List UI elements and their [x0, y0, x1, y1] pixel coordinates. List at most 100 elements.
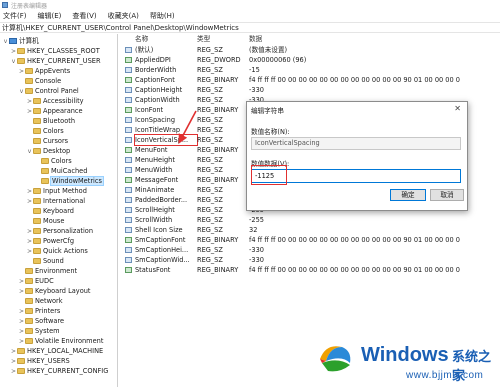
value-row[interactable]: SmCaptionWid... REG_SZ -330	[119, 255, 500, 265]
tree-item-label: Colors	[51, 157, 72, 165]
tree-item-label: Network	[35, 297, 63, 305]
value-name: (默认)	[135, 46, 154, 54]
menu-file[interactable]: 文件(F)	[3, 11, 27, 21]
tree-item-label: Keyboard Layout	[35, 287, 91, 295]
tree-item[interactable]: Console	[18, 76, 61, 86]
value-type: REG_SZ	[197, 126, 223, 134]
menu-help[interactable]: 帮助(H)	[150, 11, 175, 21]
tree-item[interactable]: Mouse	[26, 216, 64, 226]
tree-item[interactable]: v HKEY_CURRENT_USER	[10, 56, 101, 66]
tree-item[interactable]: Colors	[26, 126, 64, 136]
tree-item-label: HKEY_LOCAL_MACHINE	[27, 347, 104, 355]
tree-item[interactable]: Bluetooth	[26, 116, 75, 126]
tree-item[interactable]: > Volatile Environment	[18, 336, 103, 346]
tree-item[interactable]: Sound	[26, 256, 64, 266]
chevron-right-icon[interactable]: >	[10, 367, 17, 377]
folder-icon	[25, 307, 33, 314]
column-name-header[interactable]: 名称	[135, 34, 148, 44]
value-data: f4 ff ff ff 00 00 00 00 00 00 00 00 00 0…	[249, 266, 460, 274]
value-name: AppliedDPI	[135, 56, 171, 64]
tree-item[interactable]: > International	[26, 196, 85, 206]
tree-item[interactable]: > Printers	[18, 306, 60, 316]
tree-item[interactable]: WindowMetrics	[34, 176, 104, 186]
tree-item[interactable]: > Input Method	[26, 186, 87, 196]
binary-value-icon	[125, 177, 132, 183]
chevron-down-icon[interactable]: v	[2, 37, 9, 47]
value-type: REG_DWORD	[197, 56, 241, 64]
tree-item[interactable]: > HKEY_LOCAL_MACHINE	[10, 346, 103, 356]
value-row[interactable]: ScrollWidth REG_SZ -255	[119, 215, 500, 225]
address-bar[interactable]: 计算机\HKEY_CURRENT_USER\Control Panel\Desk…	[0, 22, 500, 33]
tree-item[interactable]: > Appearance	[26, 106, 83, 116]
column-type-header[interactable]: 类型	[197, 34, 210, 44]
value-name: CaptionFont	[135, 76, 175, 84]
tree-item[interactable]: v 计算机	[2, 36, 39, 46]
title-bar: 注册表编辑器	[0, 0, 500, 10]
menu-view[interactable]: 查看(V)	[72, 11, 96, 21]
tree-item[interactable]: MuiCached	[34, 166, 87, 176]
folder-icon	[33, 217, 41, 224]
tree-item[interactable]: Network	[18, 296, 63, 306]
folder-icon	[33, 137, 41, 144]
value-row[interactable]: (默认) REG_SZ (数值未设置)	[119, 45, 500, 55]
tree-item[interactable]: > Keyboard Layout	[18, 286, 91, 296]
value-data: f4 ff ff ff 00 00 00 00 00 00 00 00 00 0…	[249, 76, 460, 84]
value-row[interactable]: SmCaptionFont REG_BINARY f4 ff ff ff 00 00…	[119, 235, 500, 245]
value-name-field[interactable]: IconVerticalSpacing	[251, 137, 461, 150]
value-type: REG_BINARY	[197, 236, 239, 244]
tree-item[interactable]: > Software	[18, 316, 64, 326]
tree-item-label: Control Panel	[35, 87, 79, 95]
tree-item[interactable]: Colors	[34, 156, 72, 166]
folder-icon	[25, 327, 33, 334]
menu-edit[interactable]: 编辑(E)	[38, 11, 62, 21]
tree-item[interactable]: > Quick Actions	[26, 246, 88, 256]
tree-item[interactable]: Keyboard	[26, 206, 74, 216]
chevron-down-icon[interactable]: v	[10, 57, 17, 67]
value-row[interactable]: CaptionHeight REG_SZ -330	[119, 85, 500, 95]
list-header: 名称 类型 数据	[119, 34, 500, 44]
tree-item-label: Software	[35, 317, 65, 325]
string-value-icon	[125, 217, 132, 223]
value-type: REG_SZ	[197, 256, 223, 264]
computer-icon	[9, 37, 17, 44]
string-value-icon	[125, 227, 132, 233]
tree-item-label: Cursors	[43, 137, 69, 145]
value-type: REG_SZ	[197, 246, 223, 254]
value-data: 32	[249, 226, 258, 234]
value-row[interactable]: Shell Icon Size REG_SZ 32	[119, 225, 500, 235]
tree-item[interactable]: > EUDC	[18, 276, 54, 286]
chevron-down-icon[interactable]: v	[18, 87, 25, 97]
cancel-button[interactable]: 取消	[430, 189, 464, 201]
value-name: IconTitleWrap	[135, 126, 181, 134]
binary-value-icon	[125, 147, 132, 153]
tree-item[interactable]: > HKEY_CURRENT_CONFIG	[10, 366, 108, 376]
tree-item[interactable]: v Desktop	[26, 146, 70, 156]
folder-icon	[17, 47, 25, 54]
tree-item[interactable]: > Accessibility	[26, 96, 84, 106]
ok-button[interactable]: 确定	[390, 189, 426, 201]
value-row[interactable]: AppliedDPI REG_DWORD 0x00000060 (96)	[119, 55, 500, 65]
chevron-down-icon[interactable]: v	[26, 147, 33, 157]
tree-item[interactable]: v Control Panel	[18, 86, 79, 96]
tree-item[interactable]: > AppEvents	[18, 66, 70, 76]
column-data-header[interactable]: 数据	[249, 34, 262, 44]
tree-item[interactable]: Environment	[18, 266, 77, 276]
close-icon[interactable]: ✕	[454, 104, 461, 113]
folder-icon	[25, 67, 33, 74]
menu-favorites[interactable]: 收藏夹(A)	[108, 11, 139, 21]
value-row[interactable]: BorderWidth REG_SZ -15	[119, 65, 500, 75]
folder-icon	[33, 247, 41, 254]
value-data: -330	[249, 86, 264, 94]
tree-item[interactable]: > System	[18, 326, 60, 336]
value-row[interactable]: StatusFont REG_BINARY f4 ff ff ff 00 00 00…	[119, 265, 500, 275]
tree-item[interactable]: > PowerCfg	[26, 236, 74, 246]
value-name: StatusFont	[135, 266, 171, 274]
tree-item[interactable]: > Personalization	[26, 226, 93, 236]
value-row[interactable]: SmCaptionHei... REG_SZ -330	[119, 245, 500, 255]
windows-logo-icon	[320, 346, 351, 372]
tree-item[interactable]: > HKEY_CLASSES_ROOT	[10, 46, 100, 56]
value-name-label: 数值名称(N):	[251, 128, 290, 136]
tree-item[interactable]: > HKEY_USERS	[10, 356, 70, 366]
value-row[interactable]: CaptionFont REG_BINARY f4 ff ff ff 00 00 0…	[119, 75, 500, 85]
tree-item[interactable]: Cursors	[26, 136, 68, 146]
